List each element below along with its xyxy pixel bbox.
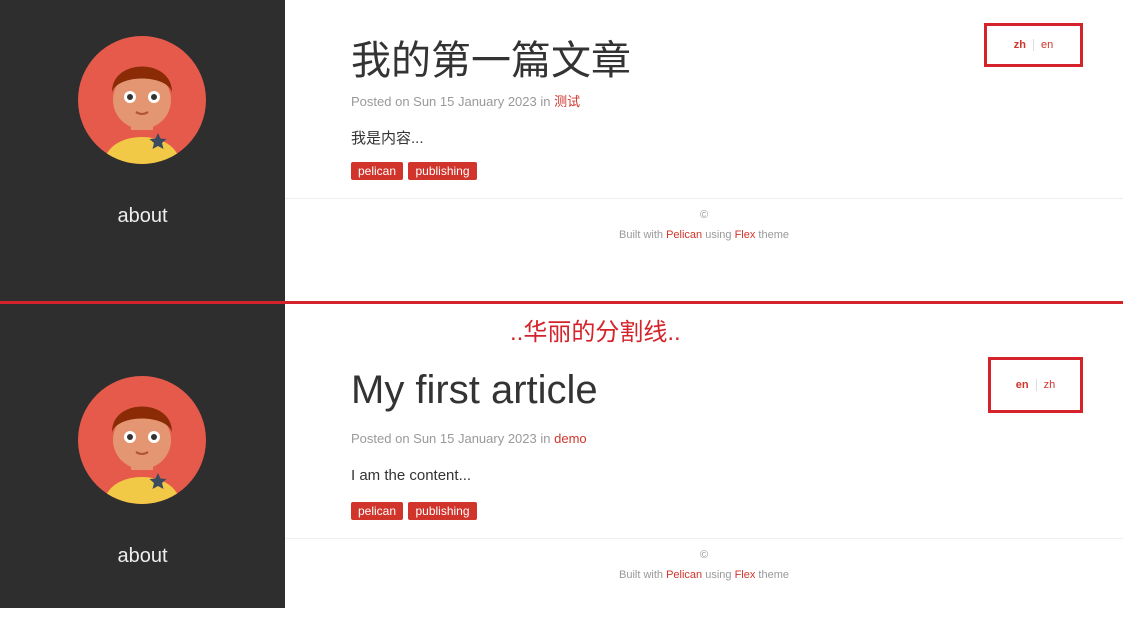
lang-alternate[interactable]: zh	[1044, 379, 1056, 391]
using-text: using	[705, 569, 732, 581]
tag-list: pelican publishing	[351, 162, 478, 180]
posted-date: Posted on Sun 15 January 2023 in	[351, 94, 551, 109]
theme-text: theme	[758, 229, 789, 241]
posted-date: Posted on Sun 15 January 2023 in	[351, 431, 551, 446]
flex-link[interactable]: Flex	[735, 569, 756, 581]
pelican-link[interactable]: Pelican	[666, 229, 702, 241]
lang-separator	[1032, 39, 1034, 52]
footer: © Built with Pelican using Flex theme	[285, 538, 1123, 639]
tag-list: pelican publishing	[351, 502, 478, 520]
lang-separator	[1035, 379, 1037, 392]
tag-pelican[interactable]: pelican	[351, 162, 404, 180]
avatar-illustration	[104, 66, 180, 164]
copyright: ©	[699, 209, 709, 221]
divider-line	[0, 301, 1123, 304]
flex-link[interactable]: Flex	[735, 229, 756, 241]
article-meta: Posted on Sun 15 January 2023 in 测试	[351, 91, 580, 110]
bottom-panel: about My first article Posted on Sun 15 …	[0, 302, 1123, 608]
avatar[interactable]	[78, 36, 206, 164]
category-link[interactable]: demo	[554, 431, 587, 446]
about-link[interactable]: about	[0, 545, 285, 568]
article-summary: I am the content...	[351, 467, 472, 484]
built-with: Built with Pelican using Flex theme	[285, 569, 1123, 581]
footer: © Built with Pelican using Flex theme	[285, 198, 1123, 299]
lang-current[interactable]: en	[1016, 379, 1029, 391]
divider-annotation: ..华丽的分割线..	[510, 319, 681, 346]
tag-publishing[interactable]: publishing	[408, 502, 477, 520]
about-link[interactable]: about	[0, 205, 285, 228]
theme-text: theme	[758, 569, 789, 581]
built-with: Built with Pelican using Flex theme	[285, 229, 1123, 241]
language-switcher: en zh	[988, 357, 1083, 413]
using-text: using	[705, 229, 732, 241]
pelican-link[interactable]: Pelican	[666, 569, 702, 581]
lang-alternate[interactable]: en	[1041, 39, 1053, 51]
tag-pelican[interactable]: pelican	[351, 502, 404, 520]
avatar[interactable]	[78, 376, 206, 504]
sidebar: about	[0, 302, 285, 608]
built-with-text: Built with	[618, 229, 664, 241]
language-switcher: zh en	[984, 23, 1083, 67]
copyright: ©	[699, 549, 709, 561]
tag-publishing[interactable]: publishing	[408, 162, 477, 180]
built-with-text: Built with	[618, 569, 664, 581]
avatar-illustration	[104, 406, 180, 504]
main-content: My first article Posted on Sun 15 Januar…	[285, 302, 1123, 608]
main-content: 我的第一篇文章 Posted on Sun 15 January 2023 in…	[285, 0, 1123, 302]
article-summary: 我是内容...	[351, 130, 424, 147]
article-meta: Posted on Sun 15 January 2023 in demo	[351, 431, 587, 446]
sidebar: about	[0, 0, 285, 302]
category-link[interactable]: 测试	[554, 94, 580, 109]
article-title[interactable]: My first article	[351, 368, 598, 413]
top-panel: about 我的第一篇文章 Posted on Sun 15 January 2…	[0, 0, 1123, 302]
lang-current[interactable]: zh	[1014, 39, 1026, 51]
article-title[interactable]: 我的第一篇文章	[351, 28, 631, 86]
